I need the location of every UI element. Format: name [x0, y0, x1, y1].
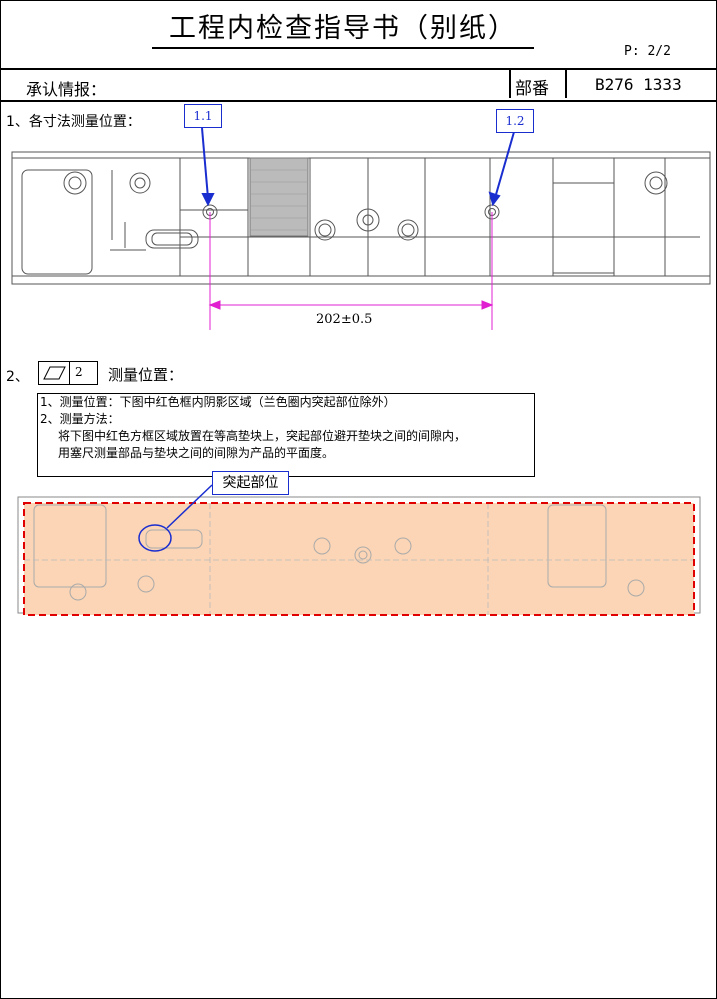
protrusion-callout: 突起部位: [212, 471, 289, 495]
part-drawing-bottom: [17, 484, 701, 616]
shaded-area: [24, 503, 694, 615]
